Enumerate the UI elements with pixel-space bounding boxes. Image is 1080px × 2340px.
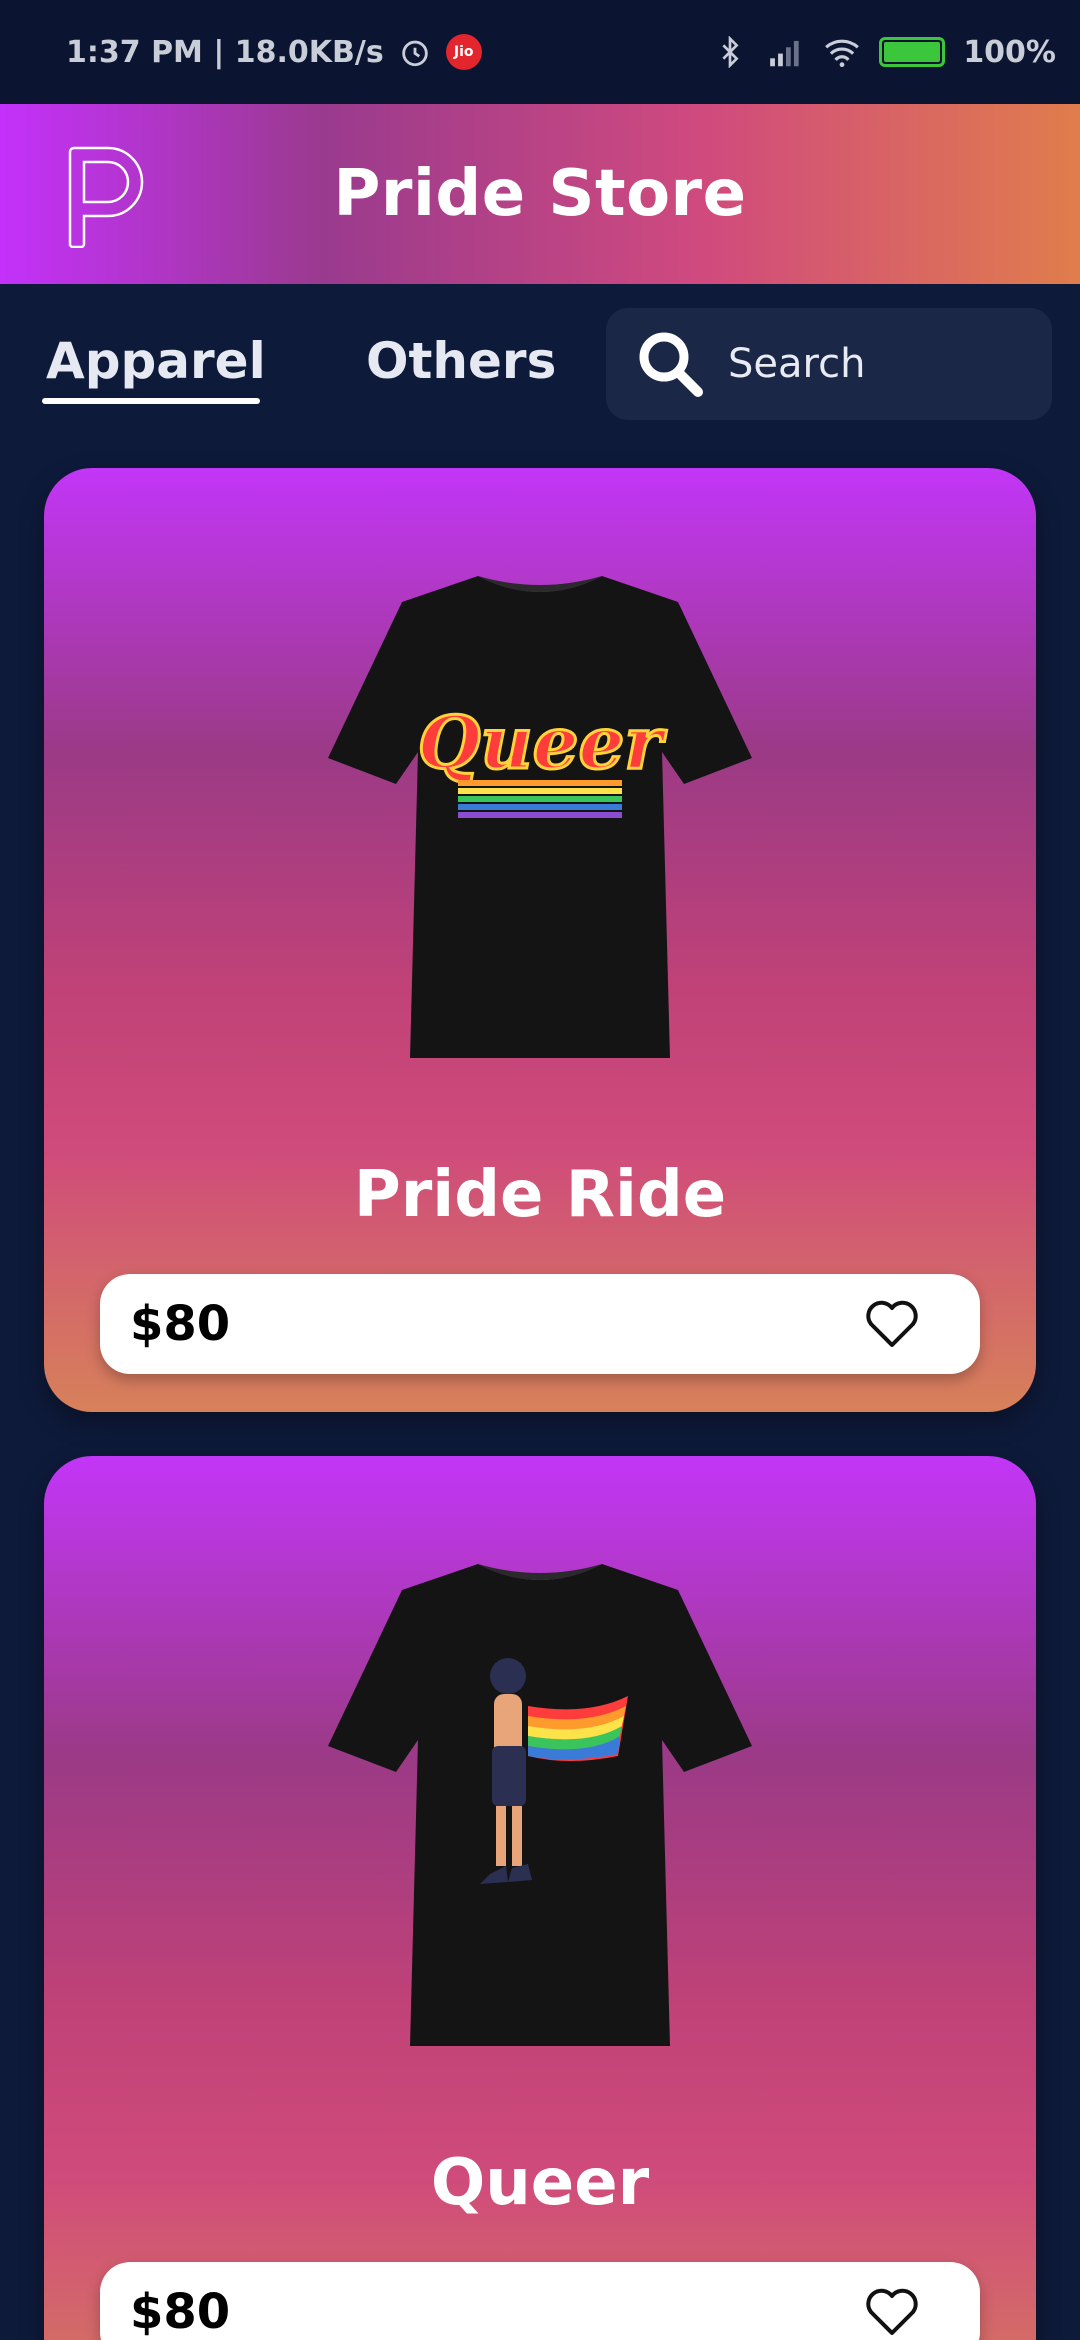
search-icon	[639, 332, 703, 397]
price-bar: $80	[100, 1274, 980, 1374]
status-bar: 1:37 PM | 18.0KB/s Jio 100%	[0, 0, 1080, 104]
wifi-icon	[825, 39, 860, 68]
product-price: $80	[130, 2284, 231, 2340]
shirt-print-text: Queer	[418, 700, 668, 785]
tabs-row: Apparel Others	[0, 306, 1080, 420]
tab-others[interactable]: Others	[366, 332, 556, 390]
product-name: Queer	[430, 2146, 650, 2220]
status-left: 1:37 PM | 18.0KB/s Jio	[66, 34, 482, 70]
search-input[interactable]	[728, 341, 1028, 387]
heart-outline-icon[interactable]	[864, 1299, 920, 1349]
status-time: 1:37 PM | 18.0KB/s	[66, 34, 384, 70]
p-logo-icon[interactable]	[64, 144, 146, 248]
tab-apparel[interactable]: Apparel	[46, 332, 266, 390]
product-card[interactable]: Queer Pride Ride $80	[44, 468, 1036, 1412]
product-name: Pride Ride	[353, 1158, 727, 1232]
status-right: 100%	[711, 35, 1056, 70]
carrier-badge: Jio	[445, 34, 482, 70]
search-box[interactable]	[606, 308, 1052, 420]
bluetooth-icon	[722, 36, 739, 68]
price-bar: $80	[100, 2262, 980, 2340]
page-title: Pride Store	[333, 157, 747, 231]
app-header: Pride Store	[0, 104, 1080, 284]
alarm-icon	[401, 40, 428, 67]
battery-icon	[879, 37, 946, 67]
battery-percent: 100%	[963, 34, 1056, 70]
tshirt-image	[328, 1564, 752, 2046]
product-price: $80	[130, 1296, 231, 1352]
active-tab-underline	[42, 398, 260, 404]
signal-icon	[770, 40, 799, 67]
product-card[interactable]: Queer $80	[44, 1456, 1036, 2340]
battery-fill	[884, 42, 941, 62]
tshirt-image: Queer	[328, 576, 752, 1058]
heart-outline-icon[interactable]	[864, 2287, 920, 2337]
